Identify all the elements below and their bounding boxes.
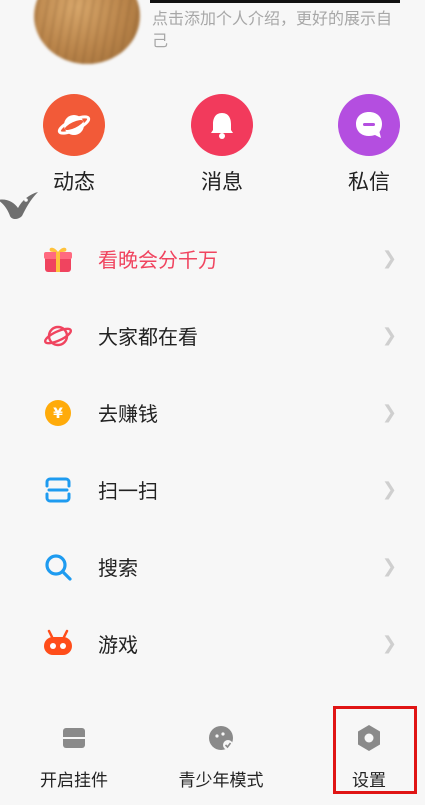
teen-mode-icon [156,718,286,758]
search-icon [42,551,74,583]
menu-item-scan[interactable]: 扫一扫 ❯ [0,451,425,528]
gift-icon [42,243,74,275]
menu-item-label: 去赚钱 [98,402,158,426]
svg-text:¥: ¥ [53,406,63,422]
quick-action-label: 动态 [53,170,95,194]
profile-bio[interactable]: 点击添加个人介绍，更好的展示自己 [152,8,402,52]
chevron-right-icon: ❯ [381,325,397,346]
selection-highlight-frame [333,706,417,794]
bottom-item-label: 开启挂件 [40,771,108,791]
chevron-right-icon: ❯ [381,633,397,654]
game-icon [42,628,74,660]
menu-item-label: 看晚会分千万 [98,248,218,272]
quick-action-label: 消息 [201,170,243,194]
quick-action-dongtai[interactable]: 动态 [29,94,119,196]
chevron-right-icon: ❯ [381,402,397,423]
profile-name-bar [150,0,400,3]
menu-item-gala[interactable]: 看晚会分千万 ❯ [0,220,425,297]
menu-item-trending[interactable]: 大家都在看 ❯ [0,297,425,374]
menu-item-label: 搜索 [98,556,138,580]
menu-item-search[interactable]: 搜索 ❯ [0,528,425,605]
quick-action-sixin[interactable]: 私信 [324,94,414,196]
bottom-item-label: 青少年模式 [178,771,264,791]
menu-item-earn[interactable]: ¥ 去赚钱 ❯ [0,374,425,451]
scan-icon [42,474,74,506]
quick-action-xiaoxi[interactable]: 消息 [177,94,267,196]
widget-icon [9,718,139,758]
planet-outline-icon [42,320,74,352]
chevron-right-icon: ❯ [381,248,397,269]
menu-item-game[interactable]: 游戏 ❯ [0,605,425,682]
menu-item-label: 游戏 [98,633,138,657]
coin-icon: ¥ [42,397,74,429]
menu-item-label: 扫一扫 [98,479,158,503]
planet-icon [43,94,105,156]
chat-icon [338,94,400,156]
menu-list: 看晚会分千万 ❯ 大家都在看 ❯ ¥ 去赚钱 ❯ 扫一扫 ❯ 搜索 ❯ 游戏 ❯ [0,220,425,682]
chevron-right-icon: ❯ [381,556,397,577]
bottom-item-teen-mode[interactable]: 青少年模式 [156,708,286,791]
avatar[interactable] [34,0,140,64]
bell-icon [191,94,253,156]
menu-item-label: 大家都在看 [98,325,198,349]
chevron-right-icon: ❯ [381,479,397,500]
quick-action-label: 私信 [348,170,390,194]
bottom-item-widget[interactable]: 开启挂件 [9,708,139,791]
